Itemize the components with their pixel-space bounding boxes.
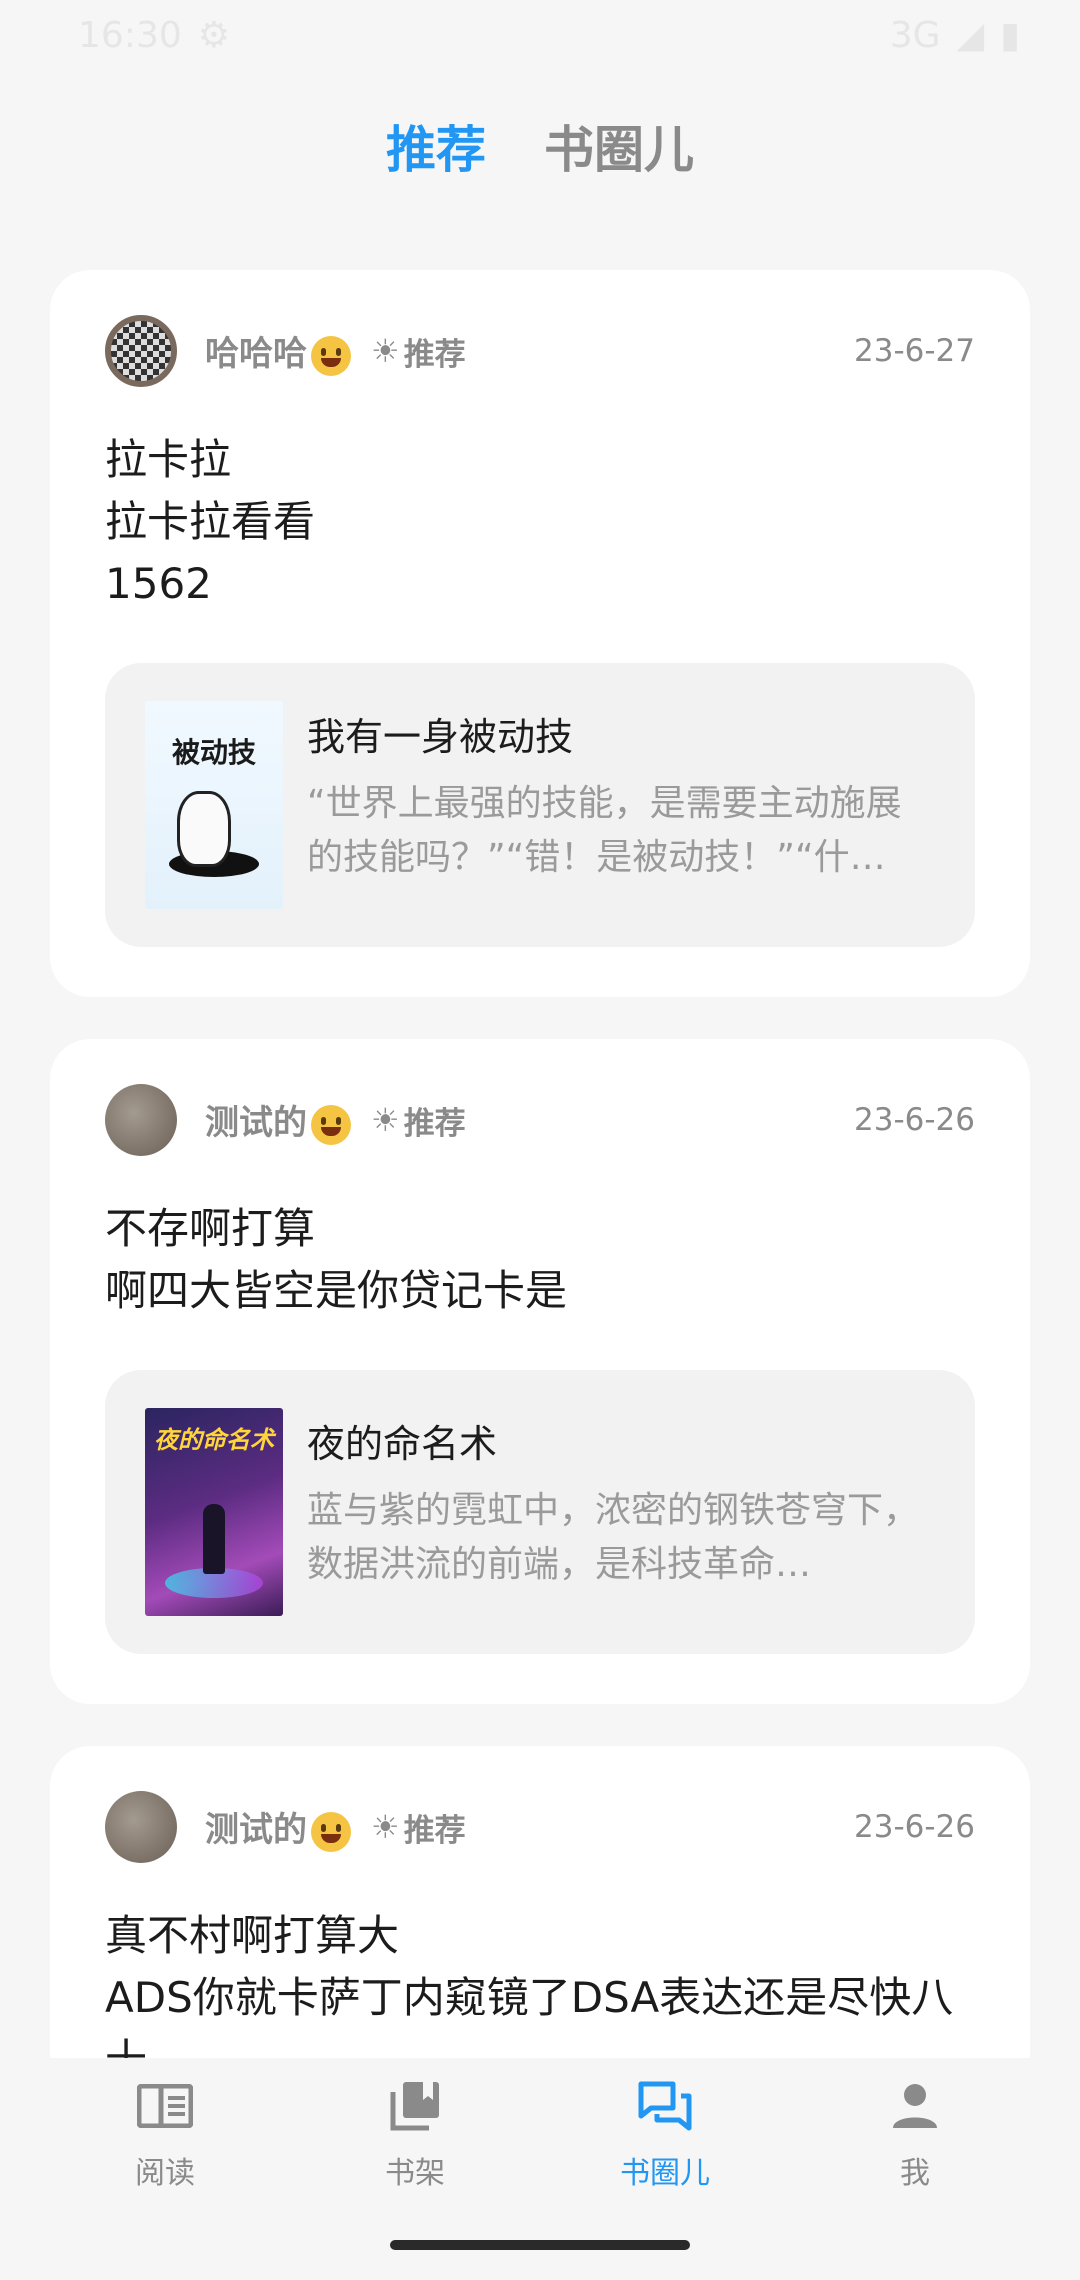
post-header: 测试的 ☀ 推荐 23-6-26 [105, 1084, 975, 1156]
post-card[interactable]: 测试的 ☀ 推荐 23-6-26 不存啊打算 啊四大皆空是你贷记卡是 夜的命名术… [50, 1039, 1030, 1704]
book-description: 蓝与紫的霓虹中，浓密的钢铁苍穹下，数据洪流的前端，是科技革命… [307, 1490, 920, 1585]
battery-icon: ▮ [1000, 14, 1020, 56]
recommend-badge: ☀ 推荐 [371, 332, 466, 373]
sun-icon: ☀ [371, 332, 400, 370]
avatar[interactable] [105, 1791, 177, 1863]
smiling-emoji-icon [311, 1104, 351, 1145]
smiling-emoji-icon [311, 1811, 351, 1852]
sync-icon: ⚙ [197, 14, 231, 56]
book-cover: 夜的命名术 [145, 1408, 283, 1616]
sun-icon: ☀ [371, 1101, 400, 1139]
recommend-badge: ☀ 推荐 [371, 1808, 466, 1849]
person-icon [885, 2076, 945, 2136]
book-description: “世界上最强的技能，是需要主动施展的技能吗？”“错！是被动技！”“什… [307, 783, 902, 878]
book-card[interactable]: 被动技 我有一身被动技 “世界上最强的技能，是需要主动施展的技能吗？”“错！是被… [105, 663, 975, 947]
sun-icon: ☀ [371, 1808, 400, 1846]
book-title: 我有一身被动技 [307, 715, 574, 759]
username[interactable]: 哈哈哈 [205, 326, 351, 376]
post-date: 23-6-27 [854, 333, 975, 369]
post-card[interactable]: 哈哈哈 ☀ 推荐 23-6-27 拉卡拉 拉卡拉看看 1562 被动技 我有一身… [50, 270, 1030, 997]
post-content: 不存啊打算 啊四大皆空是你贷记卡是 [105, 1204, 568, 1315]
post-feed[interactable]: 哈哈哈 ☀ 推荐 23-6-27 拉卡拉 拉卡拉看看 1562 被动技 我有一身… [50, 270, 1030, 2060]
book-cover: 被动技 [145, 701, 283, 909]
signal-icon: ◢ [956, 14, 985, 56]
network-type: 3G [889, 14, 941, 56]
book-open-icon [135, 2076, 195, 2136]
recommend-badge: ☀ 推荐 [371, 1101, 466, 1142]
username[interactable]: 测试的 [205, 1802, 351, 1852]
tab-book-circle[interactable]: 书圈儿 [544, 110, 694, 182]
post-date: 23-6-26 [854, 1809, 975, 1845]
chat-bubbles-icon [635, 2076, 695, 2136]
post-header: 测试的 ☀ 推荐 23-6-26 [105, 1791, 975, 1863]
status-time: 16:30 [78, 14, 182, 56]
avatar[interactable] [105, 1084, 177, 1156]
home-indicator[interactable] [390, 2240, 690, 2250]
nav-read[interactable]: 阅读 [65, 2058, 265, 2280]
top-tabs: 推荐 书圈儿 [0, 110, 1080, 182]
post-content: 真不村啊打算大 ADS你就卡萨丁内窥镜了DSA表达还是尽快八十 [105, 1911, 954, 2060]
username[interactable]: 测试的 [205, 1095, 351, 1145]
post-date: 23-6-26 [854, 1102, 975, 1138]
tab-recommend[interactable]: 推荐 [386, 110, 486, 182]
bookshelf-icon [385, 2076, 445, 2136]
book-card[interactable]: 夜的命名术 夜的命名术 蓝与紫的霓虹中，浓密的钢铁苍穹下，数据洪流的前端，是科技… [105, 1370, 975, 1654]
laughing-emoji-icon [311, 335, 351, 376]
post-card[interactable]: 测试的 ☀ 推荐 23-6-26 真不村啊打算大 ADS你就卡萨丁内窥镜了DSA… [50, 1746, 1030, 2060]
avatar[interactable] [105, 315, 177, 387]
nav-me[interactable]: 我 [815, 2058, 1015, 2280]
book-title: 夜的命名术 [307, 1422, 498, 1466]
post-content: 拉卡拉 拉卡拉看看 1562 [105, 435, 316, 608]
status-bar: 16:30 ⚙ 3G ◢ ▮ [0, 0, 1080, 70]
post-header: 哈哈哈 ☀ 推荐 23-6-27 [105, 315, 975, 387]
